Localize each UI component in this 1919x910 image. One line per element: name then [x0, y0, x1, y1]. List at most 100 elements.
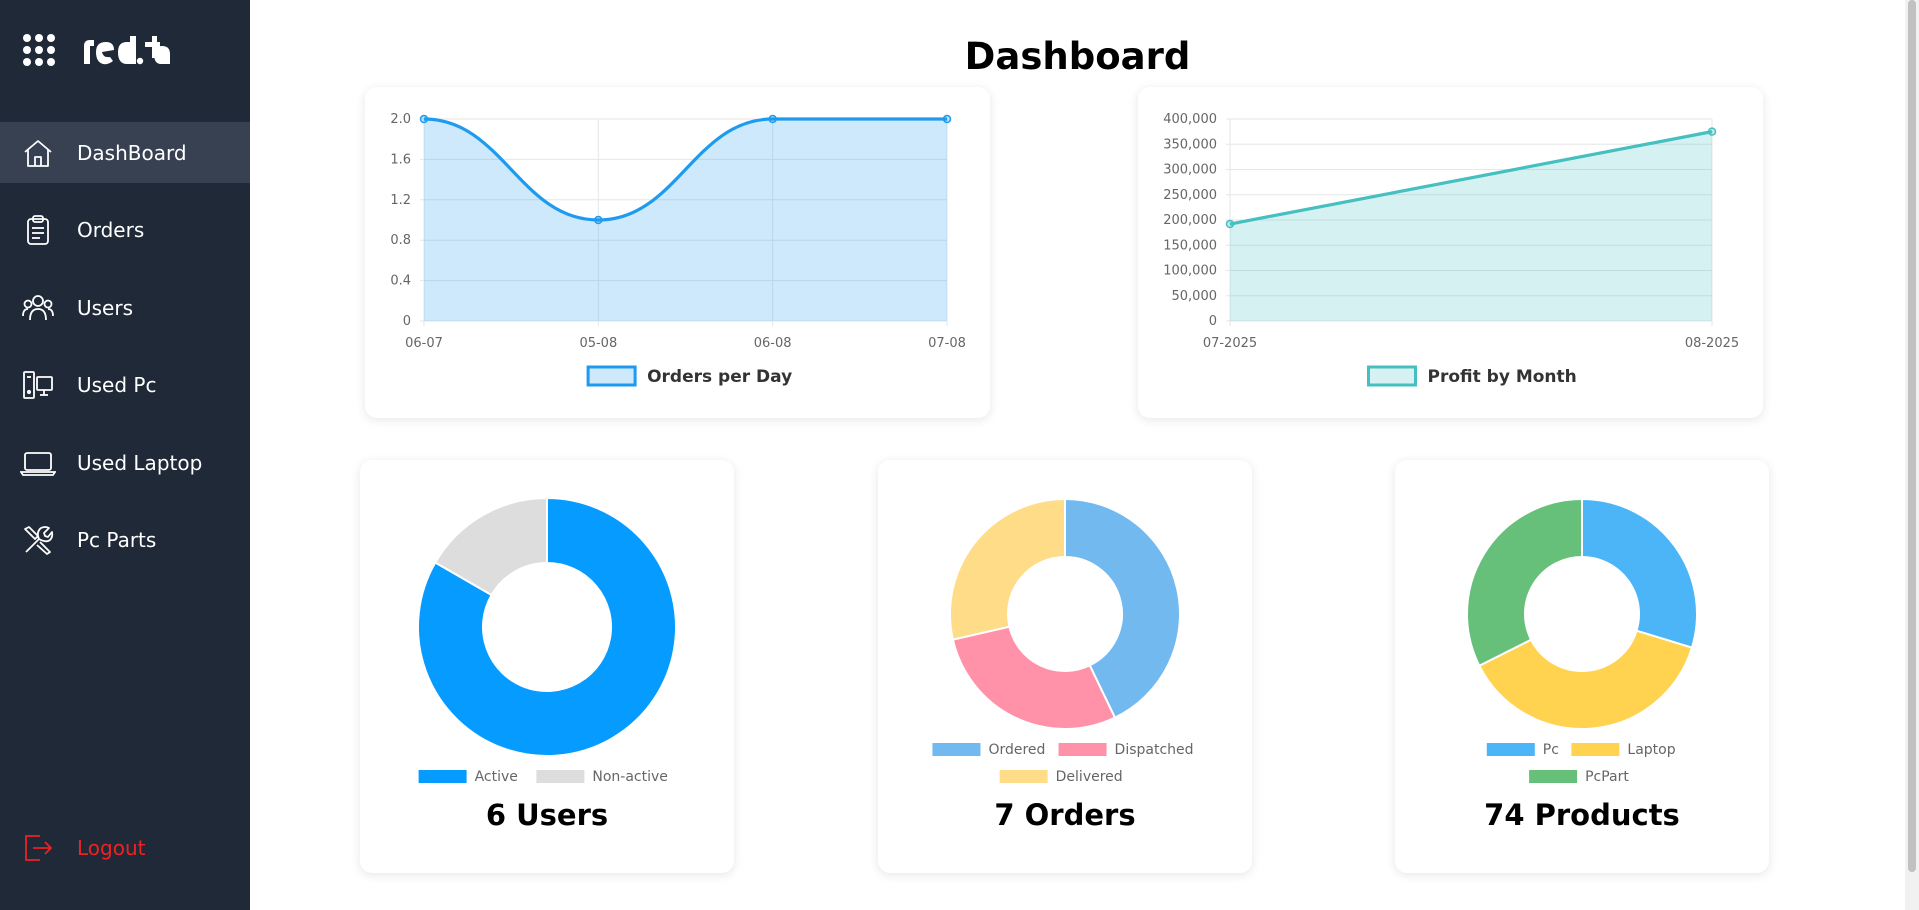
y-tick-label: 1.6	[390, 152, 411, 167]
orders-count: 7 Orders	[994, 798, 1136, 832]
legend[interactable]: Profit by Month	[1367, 365, 1577, 387]
legend-swatch	[932, 743, 981, 756]
y-tick-label: 0.8	[390, 233, 411, 248]
data-point[interactable]	[942, 114, 952, 124]
y-tick-label: 350,000	[1163, 137, 1217, 152]
y-tick-label: 0	[403, 314, 411, 329]
clipboard-icon	[20, 212, 56, 248]
legend-swatch	[536, 770, 585, 783]
logo	[84, 36, 170, 65]
legend-swatch	[1367, 365, 1417, 387]
legend-swatch	[1529, 770, 1578, 783]
legend-item[interactable]: Laptop	[1571, 742, 1676, 758]
legend-label: Profit by Month	[1428, 367, 1577, 387]
y-tick-label: 400,000	[1163, 112, 1217, 127]
sidebar-item-used-pc[interactable]: Used Pc	[0, 355, 250, 416]
sidebar-header	[0, 0, 250, 100]
pie-slice[interactable]	[951, 625, 1117, 730]
scrollbar[interactable]	[1905, 0, 1919, 910]
users-count: 6 Users	[485, 798, 609, 832]
users-card: Active Non-active 6 Users	[360, 460, 734, 873]
legend-label: Non-active	[592, 769, 668, 785]
y-tick-label: 250,000	[1163, 188, 1217, 203]
y-tick-label: 100,000	[1163, 264, 1217, 279]
legend-item[interactable]: Non-active	[536, 769, 668, 785]
desktop-pc-icon	[20, 367, 56, 403]
x-tick-label: 07-2025	[1203, 336, 1257, 351]
sidebar-nav: DashBoard Orders Users Used Pc Used Lapt…	[0, 122, 250, 587]
legend-label: Orders per Day	[647, 367, 792, 387]
legend-label: Laptop	[1627, 742, 1675, 758]
logout-icon	[20, 830, 56, 866]
legend-label: Pc	[1543, 742, 1559, 758]
page-title: Dashboard	[964, 35, 1191, 78]
orders-per-day-card: 0 0.4 0.8 1.2 1.6 2.0 06-07 05-08 06-08 07-08 Orde…	[365, 87, 990, 418]
profit-by-month-card: 0 50,000 100,000 150,000 200,000 250,000 300,0…	[1138, 87, 1763, 418]
scrollbar-thumb[interactable]	[1908, 0, 1916, 872]
legend-item[interactable]: Ordered	[932, 742, 1045, 758]
sidebar-item-label: Pc Parts	[77, 528, 157, 552]
sidebar-item-dashboard[interactable]: DashBoard	[0, 122, 250, 183]
y-tick-label: 200,000	[1163, 213, 1217, 228]
y-tick-label: 50,000	[1172, 289, 1218, 304]
products-count: 74 Products	[1484, 798, 1680, 832]
legend-item[interactable]: Active	[418, 769, 518, 785]
sidebar-item-label: Used Pc	[77, 373, 157, 397]
sidebar-item-label: Users	[77, 295, 134, 320]
data-point[interactable]	[768, 114, 777, 124]
logout-label: Logout	[77, 836, 146, 860]
legend-label: Active	[475, 769, 518, 785]
sidebar-item-used-laptop[interactable]: Used Laptop	[0, 432, 250, 493]
y-tick-label: 150,000	[1163, 238, 1217, 253]
orders-card: Ordered Dispatched Delivered 7 Orders	[878, 460, 1252, 873]
series-area	[1230, 131, 1712, 321]
sidebar-item-users[interactable]: Users	[0, 277, 250, 338]
data-point[interactable]	[1707, 127, 1717, 136]
legend-item[interactable]: Dispatched	[1058, 742, 1194, 758]
tools-icon	[20, 522, 56, 558]
y-tick-label: 2.0	[390, 112, 411, 127]
home-icon	[20, 135, 56, 171]
pie-slice[interactable]	[1466, 497, 1583, 668]
logout-button[interactable]: Logout	[0, 818, 250, 878]
products-card: Pc Laptop PcPart 74 Products	[1395, 460, 1769, 873]
pie-slice[interactable]	[1581, 497, 1698, 649]
legend[interactable]: Orders per Day	[586, 365, 792, 387]
users-icon	[20, 290, 56, 326]
series-area	[424, 119, 947, 321]
laptop-icon	[20, 445, 56, 481]
apps-grid-icon[interactable]	[22, 33, 56, 67]
sidebar: DashBoard Orders Users Used Pc Used Lapt…	[0, 0, 250, 910]
pie-slice[interactable]	[949, 497, 1066, 641]
users-donut-chart: Active Non-active	[417, 496, 677, 785]
legend-swatch	[586, 365, 637, 387]
legend-swatch	[1486, 743, 1535, 756]
data-point[interactable]	[419, 114, 429, 124]
sidebar-item-orders[interactable]: Orders	[0, 200, 250, 261]
x-tick-label: 06-07	[405, 336, 443, 351]
orders-donut-chart: Ordered Dispatched Delivered	[932, 497, 1194, 785]
sidebar-item-label: Used Laptop	[77, 450, 203, 475]
y-tick-label: 1.2	[390, 193, 411, 208]
data-point[interactable]	[1225, 219, 1235, 229]
x-tick-label: 07-08	[928, 336, 966, 351]
profit-by-month-chart: 0 50,000 100,000 150,000 200,000 250,000 300,0…	[1163, 112, 1739, 387]
data-point[interactable]	[594, 215, 603, 225]
x-tick-label: 05-08	[579, 336, 617, 351]
legend-label: Delivered	[1056, 769, 1123, 785]
sidebar-item-pc-parts[interactable]: Pc Parts	[0, 510, 250, 571]
y-tick-label: 0.4	[390, 274, 411, 289]
legend-swatch	[1058, 743, 1107, 756]
legend-swatch	[999, 770, 1048, 783]
legend-item[interactable]: Pc	[1486, 742, 1559, 758]
legend-item[interactable]: Delivered	[999, 769, 1123, 785]
legend-item[interactable]: PcPart	[1529, 769, 1629, 785]
products-donut-chart: Pc Laptop PcPart	[1466, 497, 1698, 785]
y-tick-label: 300,000	[1163, 163, 1217, 178]
sidebar-item-label: DashBoard	[77, 140, 187, 165]
y-tick-label: 0	[1209, 314, 1217, 329]
x-tick-label: 06-08	[754, 336, 792, 351]
orders-per-day-chart: 0 0.4 0.8 1.2 1.6 2.0 06-07 05-08 06-08 07-08 Orde…	[390, 112, 966, 387]
x-tick-label: 08-2025	[1685, 336, 1739, 351]
legend-label: PcPart	[1585, 769, 1629, 785]
